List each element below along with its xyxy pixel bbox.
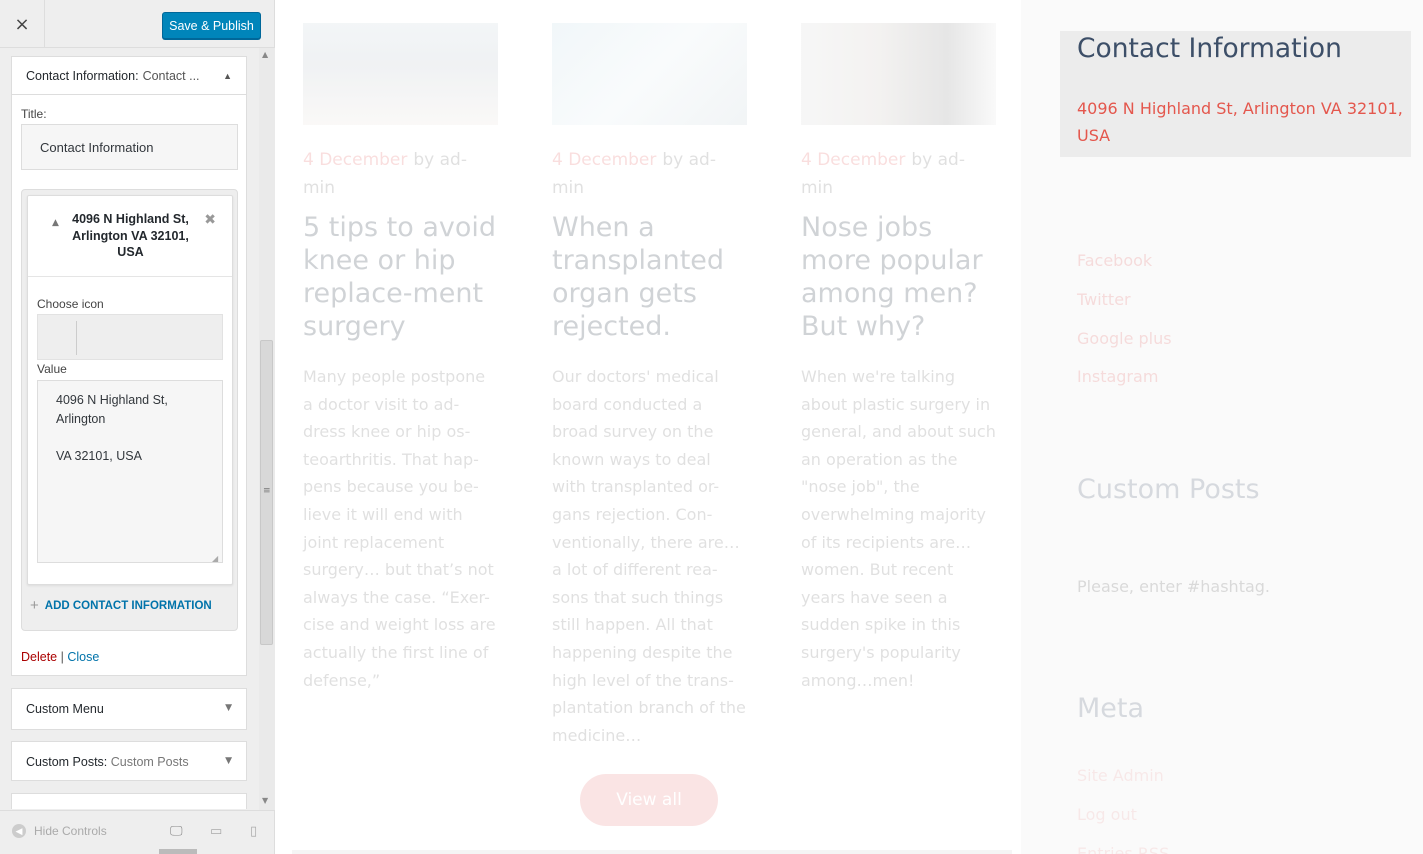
social-links: Facebook Twitter Google plus Instagram bbox=[1077, 242, 1172, 397]
custom-posts-section-label: Custom Posts: bbox=[26, 755, 108, 769]
meta-link-entries-rss[interactable]: Entries RSS bbox=[1077, 834, 1169, 854]
tablet-preview-icon[interactable]: ▭ bbox=[210, 824, 222, 839]
choose-icon-label: Choose icon bbox=[37, 297, 104, 311]
icon-picker-divider bbox=[76, 321, 77, 355]
customizer-footer: ◀ Hide Controls 🖵 ▭ ▯ bbox=[0, 810, 274, 854]
blog-post-card: 4 December by ad- min Nose jobs more popu… bbox=[801, 23, 996, 694]
custom-posts-widget-section[interactable]: Custom Posts: Custom Posts ▼ bbox=[11, 741, 247, 781]
footer-strip bbox=[292, 850, 1012, 854]
post-date[interactable]: 4 December bbox=[552, 150, 656, 170]
expand-arrow-icon[interactable]: ▼ bbox=[225, 703, 232, 713]
add-contact-information-button[interactable]: + ADD CONTACT INFORMATION bbox=[30, 597, 212, 614]
contact-information-widget: Contact Information 4096 N Highland St, … bbox=[1060, 31, 1411, 157]
post-image-lab[interactable] bbox=[801, 23, 996, 125]
post-image-doctor[interactable] bbox=[303, 23, 498, 125]
contact-widget-title: Contact Information: bbox=[26, 68, 139, 83]
resize-handle-icon[interactable]: ◢ bbox=[212, 554, 229, 582]
meta-link-site-admin[interactable]: Site Admin bbox=[1077, 756, 1169, 795]
close-icon: × bbox=[14, 13, 30, 35]
contact-widget-header[interactable]: Contact Information: Contact ... ▲ bbox=[12, 57, 246, 95]
social-link-google-plus[interactable]: Google plus bbox=[1077, 320, 1172, 359]
post-title[interactable]: 5 tips to avoid knee or hip replace-ment… bbox=[303, 211, 498, 343]
custom-posts-section-title: Custom Posts: Custom Posts bbox=[26, 755, 189, 769]
scroll-down-icon[interactable]: ▼ bbox=[262, 796, 268, 805]
meta-link-log-out[interactable]: Log out bbox=[1077, 795, 1169, 834]
mobile-preview-icon[interactable]: ▯ bbox=[250, 824, 257, 839]
contact-widget-heading: Contact Information bbox=[1077, 33, 1342, 64]
post-excerpt: Many people postpone a doctor visit to a… bbox=[303, 367, 496, 690]
contact-information-widget-section: Contact Information: Contact ... ▲ Title… bbox=[11, 56, 247, 676]
hide-controls-button[interactable]: ◀ Hide Controls bbox=[12, 824, 107, 838]
meta-links: Site Admin Log out Entries RSS bbox=[1077, 756, 1169, 854]
blog-post-card: 4 December by ad- min 5 tips to avoid kne… bbox=[303, 23, 498, 694]
custom-menu-title: Custom Menu bbox=[26, 702, 104, 716]
icon-picker[interactable] bbox=[37, 314, 223, 360]
post-date[interactable]: 4 December bbox=[801, 150, 905, 170]
post-image-medical[interactable] bbox=[552, 23, 747, 125]
social-link-twitter[interactable]: Twitter bbox=[1077, 281, 1172, 320]
delete-link[interactable]: Delete bbox=[21, 650, 57, 664]
post-title[interactable]: Nose jobs more popular among men? But wh… bbox=[801, 211, 996, 343]
social-link-instagram[interactable]: Instagram bbox=[1077, 358, 1172, 397]
hide-controls-label: Hide Controls bbox=[34, 824, 107, 838]
contact-items-repeater: ▲ 4096 N Highland St, Arlington VA 32101… bbox=[21, 189, 238, 631]
widget-sidebar: Contact Information 4096 N Highland St, … bbox=[1021, 0, 1423, 854]
value-textarea[interactable]: 4096 N Highland St, Arlington VA 32101, … bbox=[37, 380, 223, 563]
custom-posts-widget-heading: Custom Posts bbox=[1077, 474, 1260, 505]
close-link[interactable]: Close bbox=[67, 650, 99, 664]
blog-post-card: 4 December by ad- min When a transplanted… bbox=[552, 23, 747, 749]
desktop-preview-icon[interactable]: 🖵 bbox=[170, 824, 183, 839]
hashtag-prompt: Please, enter #hashtag. bbox=[1077, 577, 1271, 596]
meta-widget-heading: Meta bbox=[1077, 693, 1145, 724]
remove-item-icon[interactable]: ✖ bbox=[204, 212, 216, 228]
collapse-circle-icon: ◀ bbox=[12, 824, 26, 838]
actions-separator: | bbox=[60, 650, 64, 664]
save-publish-button[interactable]: Save & Publish bbox=[162, 12, 261, 39]
next-widget-section[interactable] bbox=[11, 793, 247, 809]
customizer-header: × Save & Publish bbox=[0, 0, 274, 48]
view-all-button[interactable]: View all bbox=[580, 774, 718, 826]
post-excerpt: Our doctors' medical board conducted a b… bbox=[552, 367, 746, 745]
close-customizer-button[interactable]: × bbox=[0, 0, 45, 48]
post-title[interactable]: When a transplanted organ gets rejected. bbox=[552, 211, 747, 343]
post-meta: 4 December by ad- min bbox=[552, 147, 747, 202]
contact-item-header[interactable]: ▲ 4096 N Highland St, Arlington VA 32101… bbox=[28, 196, 232, 277]
contact-item-title: 4096 N Highland St, Arlington VA 32101, … bbox=[72, 212, 189, 259]
grip-icon: ≡ bbox=[263, 486, 271, 496]
title-input[interactable]: Contact Information bbox=[21, 124, 238, 170]
post-meta: 4 December by ad- min bbox=[801, 147, 996, 202]
collapse-arrow-icon[interactable]: ▲ bbox=[223, 71, 232, 81]
social-link-facebook[interactable]: Facebook bbox=[1077, 242, 1172, 281]
site-preview: 4 December by ad- min 5 tips to avoid kne… bbox=[276, 0, 1423, 854]
contact-address: 4096 N Highland St, Arlington VA 32101, … bbox=[1077, 99, 1403, 145]
item-collapse-icon[interactable]: ▲ bbox=[52, 218, 59, 228]
scroll-up-icon[interactable]: ▲ bbox=[262, 50, 268, 59]
contact-item-card: ▲ 4096 N Highland St, Arlington VA 32101… bbox=[27, 195, 233, 585]
customizer-sidebar: × Save & Publish ▲ ≡ ▼ Contact Informati… bbox=[0, 0, 275, 854]
post-meta: 4 December by ad- min bbox=[303, 147, 498, 202]
custom-menu-widget-section[interactable]: Custom Menu ▼ bbox=[11, 688, 247, 730]
contact-widget-subtitle: Contact ... bbox=[142, 68, 200, 83]
post-date[interactable]: 4 December bbox=[303, 150, 407, 170]
title-label: Title: bbox=[21, 107, 47, 121]
post-excerpt: When we're talking about plastic surgery… bbox=[801, 367, 996, 690]
custom-posts-section-subtitle: Custom Posts bbox=[110, 755, 189, 769]
active-device-indicator bbox=[159, 849, 197, 854]
value-label: Value bbox=[37, 362, 67, 376]
add-contact-label: ADD CONTACT INFORMATION bbox=[44, 599, 212, 612]
widget-actions: Delete | Close bbox=[21, 650, 99, 664]
plus-icon: + bbox=[30, 597, 39, 614]
expand-arrow-icon[interactable]: ▼ bbox=[225, 756, 232, 766]
